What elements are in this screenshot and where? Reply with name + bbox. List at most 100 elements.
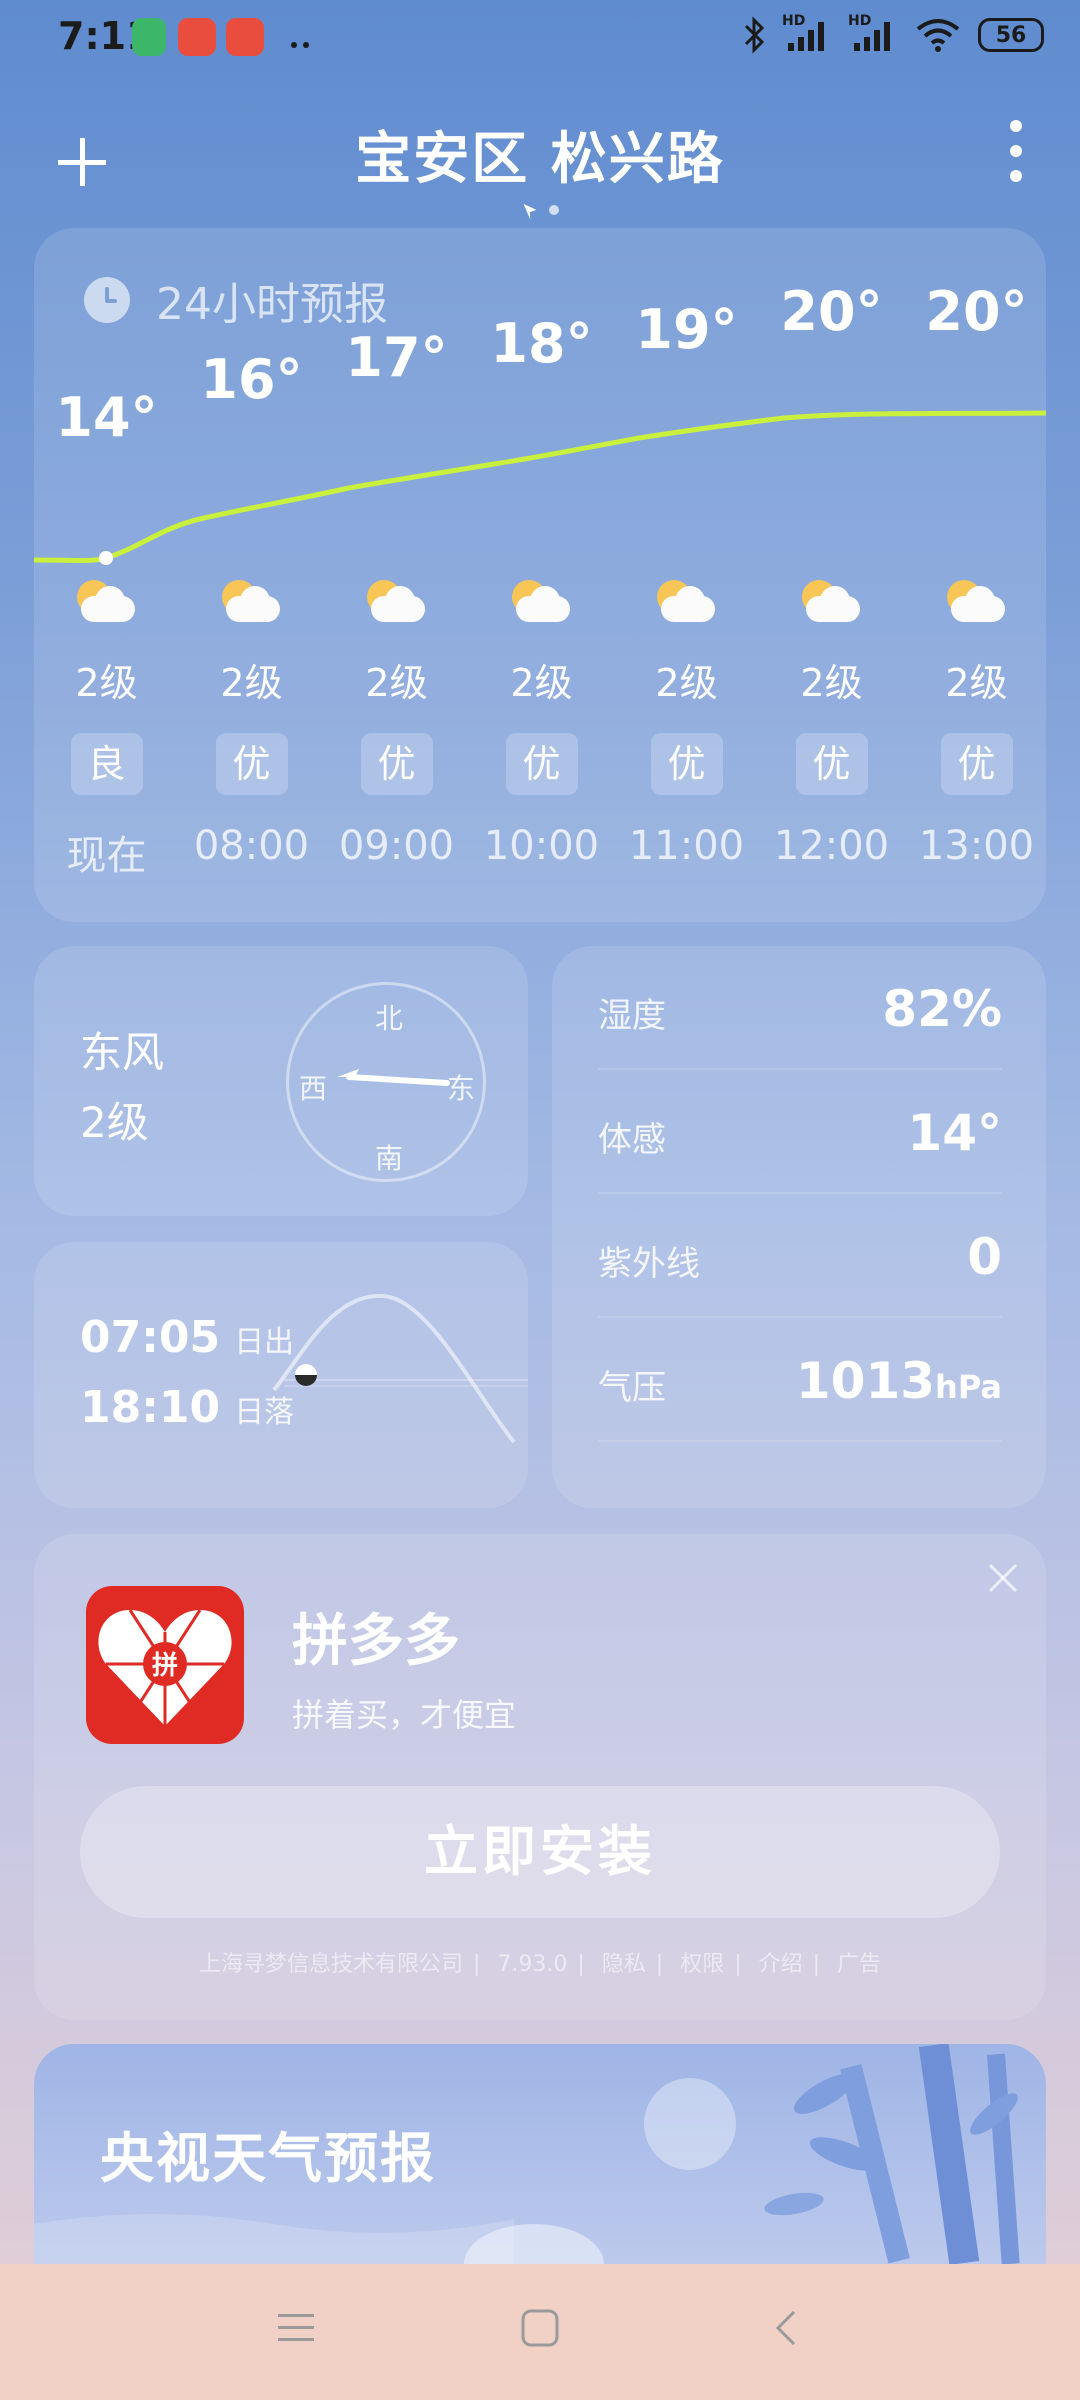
hour-column: 2级优 11:00 xyxy=(614,580,759,869)
hour-wind-level: 2级 xyxy=(655,661,718,705)
hour-aqi-badge: 优 xyxy=(795,733,868,795)
more-notifications-icon xyxy=(290,34,312,48)
partly-cloudy-icon xyxy=(366,580,427,624)
pressure-unit: hPa xyxy=(935,1368,1002,1406)
menu-button[interactable] xyxy=(276,2308,316,2352)
ad-permissions-link[interactable]: 权限 xyxy=(680,1952,724,1977)
hour-wind-level: 2级 xyxy=(75,661,138,705)
ad-app-name: 拼多多 xyxy=(292,1609,460,1674)
hour-temperature: 18° xyxy=(490,312,593,375)
hour-aqi-badge: 良 xyxy=(70,733,143,795)
hour-temperature: 20° xyxy=(925,280,1028,343)
install-button[interactable]: 立即安装 xyxy=(80,1786,1000,1918)
top-bar: 宝安区 松兴路 xyxy=(0,100,1080,200)
partly-cloudy-icon xyxy=(76,580,137,624)
more-vertical-icon xyxy=(1010,120,1022,132)
menu-icon xyxy=(278,2314,314,2341)
ad-slogan: 拼着买，才便宜 xyxy=(292,1696,517,1734)
feels-like-value: 14° xyxy=(907,1104,1002,1162)
home-button[interactable] xyxy=(520,2308,560,2352)
toutiao-app-icon xyxy=(226,18,264,56)
partly-cloudy-icon xyxy=(221,580,282,624)
hour-time: 12:00 xyxy=(773,823,890,869)
hour-wind-level: 2级 xyxy=(945,661,1008,705)
hour-aqi-badge: 优 xyxy=(940,733,1013,795)
hour-wind-level: 2级 xyxy=(800,661,863,705)
partly-cloudy-icon xyxy=(511,580,572,624)
close-ad-button[interactable] xyxy=(988,1554,1018,1603)
more-options-button[interactable] xyxy=(1010,120,1030,195)
hour-temperature: 20° xyxy=(780,280,883,343)
ad-card[interactable]: 拼 拼多多 拼着买，才便宜 立即安装 上海寻梦信息技术有限公司 | 7.93.0 |… xyxy=(34,1534,1046,2020)
navigation-bar xyxy=(0,2264,1080,2400)
feels-like-row: 体感 14° xyxy=(598,1070,1002,1194)
wind-compass: 北 南 东 西 xyxy=(286,982,486,1182)
close-icon xyxy=(988,1563,1018,1593)
uv-label: 紫外线 xyxy=(598,1244,700,1284)
hour-column: 2级优 08:00 xyxy=(179,580,324,869)
hour-temperature: 19° xyxy=(635,298,738,361)
weather-details-card[interactable]: 湿度 82% 体感 14° 紫外线 0 气压 1013hPa xyxy=(552,946,1046,1508)
cctv-title: 央视天气预报 xyxy=(100,2127,436,2190)
pinduoduo-logo-icon[interactable]: 拼 xyxy=(86,1586,244,1744)
wind-arrow-icon xyxy=(337,1069,450,1086)
hourly-forecast-card[interactable]: 24小时预报 14° 2级良现在 16° 2级优 08:00 17° 2级优 09:00 18°… xyxy=(34,228,1046,922)
wind-info: 东风 2级 xyxy=(80,1018,164,1158)
battery-indicator: 56 xyxy=(978,18,1044,52)
shield-icon xyxy=(132,18,166,56)
feels-like-label: 体感 xyxy=(598,1120,666,1160)
humidity-value: 82% xyxy=(882,980,1002,1038)
ad-version: 7.93.0 xyxy=(497,1952,568,1977)
hour-column: 2级良现在 xyxy=(34,580,179,881)
hour-column: 2级优 12:00 xyxy=(759,580,904,869)
hour-column: 2级优 09:00 xyxy=(324,580,469,869)
hour-aqi-badge: 优 xyxy=(505,733,578,795)
hour-wind-level: 2级 xyxy=(220,661,283,705)
ad-privacy-link[interactable]: 隐私 xyxy=(602,1952,646,1977)
hour-time: 现在 xyxy=(66,833,147,879)
svg-text:拼: 拼 xyxy=(152,1651,178,1681)
back-button[interactable] xyxy=(766,2308,806,2352)
hour-wind-level: 2级 xyxy=(510,661,573,705)
partly-cloudy-icon xyxy=(946,580,1007,624)
hour-aqi-badge: 优 xyxy=(360,733,433,795)
hour-time: 13:00 xyxy=(918,823,1035,869)
ad-intro-link[interactable]: 介绍 xyxy=(759,1952,803,1977)
pressure-value: 1013 xyxy=(795,1352,936,1410)
location-title[interactable]: 宝安区 松兴路 xyxy=(0,114,1080,195)
pressure-value-wrap: 1013hPa xyxy=(796,1352,1002,1410)
status-bar: 7:11 HD HD 56 xyxy=(0,0,1080,80)
location-arrow-icon xyxy=(523,203,559,220)
hour-temperature: 17° xyxy=(345,326,448,389)
wind-card[interactable]: 东风 2级 北 南 东 西 xyxy=(34,946,528,1216)
compass-north: 北 xyxy=(375,1002,404,1035)
toutiao-app-icon xyxy=(178,18,216,56)
hour-temperature: 16° xyxy=(200,348,303,411)
hour-time: 10:00 xyxy=(483,823,600,869)
ad-company: 上海寻梦信息技术有限公司 xyxy=(198,1952,463,1977)
pressure-label: 气压 xyxy=(598,1368,666,1408)
sunrise-sunset-card[interactable]: 07:05 日出 18:10 日落 xyxy=(34,1242,528,1508)
hour-column: 2级优 10:00 xyxy=(469,580,614,869)
sun-arc-icon xyxy=(272,1293,528,1444)
signal-icon: HD xyxy=(848,13,898,53)
signal-icon: HD xyxy=(782,13,832,53)
hour-temperature: 14° xyxy=(55,386,158,449)
hour-column: 2级优 13:00 xyxy=(904,580,1049,869)
humidity-row: 湿度 82% xyxy=(598,946,1002,1070)
cctv-forecast-card[interactable]: 央视天气预报 xyxy=(34,2044,1046,2264)
humidity-label: 湿度 xyxy=(598,996,666,1036)
compass-west: 西 xyxy=(299,1072,328,1105)
hour-aqi-badge: 优 xyxy=(650,733,723,795)
back-icon xyxy=(775,2310,796,2346)
page-indicator xyxy=(0,198,1080,228)
wind-level: 2级 xyxy=(80,1098,149,1147)
pressure-row: 气压 1013hPa xyxy=(598,1318,1002,1442)
hour-time: 11:00 xyxy=(628,823,745,869)
hour-wind-level: 2级 xyxy=(365,661,428,705)
compass-south: 南 xyxy=(375,1142,404,1175)
partly-cloudy-icon xyxy=(656,580,717,624)
hour-time: 09:00 xyxy=(338,823,455,869)
ad-footer: 上海寻梦信息技术有限公司 | 7.93.0 | 隐私 | 权限 | 介绍 | 广告 xyxy=(198,1952,882,1977)
bluetooth-icon xyxy=(744,16,765,54)
